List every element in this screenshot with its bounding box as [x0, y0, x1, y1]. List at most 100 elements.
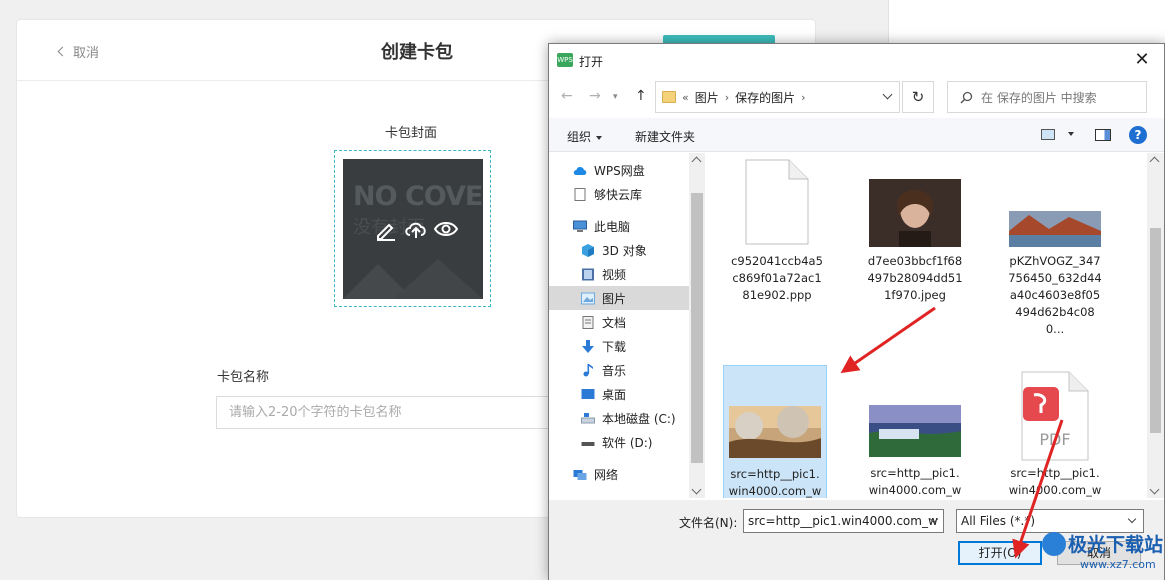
- watermark-url: www.xz7.com: [1080, 558, 1156, 571]
- close-button[interactable]: ✕: [1120, 44, 1164, 76]
- nav-item-downloads[interactable]: 下载: [549, 334, 689, 358]
- nav-label: 视频: [602, 267, 627, 282]
- nav-item-wps-cloud[interactable]: WPS网盘: [549, 158, 689, 182]
- nav-label: 此电脑: [594, 219, 631, 234]
- nav-item-drive-d[interactable]: 软件 (D:): [549, 430, 689, 454]
- cube-icon: [582, 243, 594, 257]
- portrait-thumbnail: [869, 179, 961, 247]
- nav-item-this-pc[interactable]: 此电脑: [549, 214, 689, 238]
- open-button[interactable]: 打开(O): [958, 541, 1042, 565]
- chevron-down-icon[interactable]: [882, 89, 893, 100]
- organize-menu[interactable]: 组织: [567, 128, 603, 145]
- nav-item-music[interactable]: 音乐: [549, 358, 689, 382]
- view-options-dropdown[interactable]: [1063, 126, 1074, 140]
- breadcrumb-pictures[interactable]: 图片: [695, 89, 719, 106]
- eye-preview-icon[interactable]: [433, 217, 459, 241]
- breadcrumb-separator[interactable]: ›: [725, 91, 729, 104]
- refresh-button[interactable]: ↻: [902, 81, 934, 113]
- search-input[interactable]: 在 保存的图片 中搜索: [947, 81, 1147, 113]
- documents-icon: [582, 315, 594, 329]
- nav-label: 下载: [602, 339, 627, 354]
- file-name: src=http__pic1.win4000.com_wallpaper_d_5…: [868, 466, 962, 497]
- pdf-file-icon: PDF: [1021, 371, 1089, 461]
- nav-label: 3D 对象: [602, 243, 647, 258]
- cancel-link-label: 取消: [73, 46, 100, 61]
- chevron-down-icon[interactable]: [1127, 514, 1137, 524]
- scrollbar-thumb[interactable]: [691, 193, 703, 463]
- help-icon[interactable]: ?: [1129, 126, 1147, 144]
- file-view-scrollbar[interactable]: [1147, 153, 1164, 498]
- nav-pane-scrollbar[interactable]: [689, 153, 705, 498]
- filename-label: 文件名(N):: [679, 516, 738, 530]
- search-placeholder: 在 保存的图片 中搜索: [981, 90, 1097, 105]
- forward-arrow-icon[interactable]: →: [589, 88, 601, 104]
- cloud-icon: [573, 166, 587, 175]
- file-item[interactable]: c952041ccb4a5c869f01a72ac181e902.ppp: [725, 153, 829, 321]
- dialog-toolbar: 组织 新建文件夹 ?: [549, 118, 1164, 152]
- page-title: 创建卡包: [381, 42, 453, 63]
- scroll-up-arrow-icon[interactable]: [691, 156, 702, 167]
- back-cancel-link[interactable]: 取消: [57, 42, 100, 61]
- nav-label: 音乐: [602, 363, 627, 378]
- nav-item-desktop[interactable]: 桌面: [549, 382, 689, 406]
- document-icon: [574, 187, 586, 201]
- file-item[interactable]: src=http__pic1.win4000.com_wallpaper_d_5…: [863, 365, 967, 498]
- scroll-up-arrow-icon[interactable]: [1149, 156, 1160, 167]
- up-arrow-icon[interactable]: ↑: [635, 88, 647, 104]
- breadcrumb-saved-pictures[interactable]: 保存的图片: [735, 89, 795, 106]
- new-folder-button[interactable]: 新建文件夹: [635, 128, 695, 145]
- nav-label: 够快云库: [594, 187, 643, 202]
- filename-input[interactable]: src=http__pic1.win4000.com_w: [743, 509, 944, 533]
- file-item[interactable]: PDF src=http__pic1.win4000.com_wallpaper…: [1003, 365, 1107, 498]
- nav-item-documents[interactable]: 文档: [549, 310, 689, 334]
- nav-item-3d-objects[interactable]: 3D 对象: [549, 238, 689, 262]
- winter-river-thumbnail: [729, 406, 821, 458]
- no-cover-text: NO COVER: [353, 181, 483, 212]
- scroll-down-arrow-icon[interactable]: [1149, 484, 1160, 495]
- upload-cloud-icon[interactable]: [403, 217, 429, 241]
- breadcrumb-overflow[interactable]: «: [682, 91, 689, 104]
- card-name-input[interactable]: 请输入2-20个字符的卡包名称: [216, 396, 556, 429]
- file-list-view: c952041ccb4a5c869f01a72ac181e902.ppp d7e…: [709, 153, 1147, 498]
- file-name: d7ee03bbcf1f68497b28094dd511f970.jpeg: [867, 254, 963, 302]
- scrollbar-thumb[interactable]: [1150, 228, 1161, 433]
- view-mode-icon[interactable]: [1041, 129, 1055, 140]
- nav-item-videos[interactable]: 视频: [549, 262, 689, 286]
- nav-label: 软件 (D:): [602, 435, 653, 450]
- file-item-selected[interactable]: src=http__pic1.win4000.com_wallpaper_4_5…: [723, 365, 827, 498]
- address-bar[interactable]: « 图片 › 保存的图片 ›: [655, 81, 900, 113]
- navigation-pane: WPS网盘 够快云库 此电脑 3D 对象 视频 图片 文档 下载 音乐 桌面 本…: [549, 153, 705, 498]
- file-name: src=http__pic1.win4000.com_wallpaper_d_5…: [1008, 466, 1102, 497]
- nav-item-network[interactable]: 网络: [549, 462, 689, 486]
- breadcrumb-separator[interactable]: ›: [801, 91, 805, 104]
- nav-label: 文档: [602, 315, 627, 330]
- drive-c-icon: [581, 412, 595, 423]
- watermark-text: 极光下载站: [1068, 534, 1164, 556]
- download-icon: [582, 339, 594, 353]
- drive-d-icon: [581, 441, 595, 446]
- nav-label: 桌面: [602, 387, 627, 402]
- pdf-badge-text: PDF: [1039, 430, 1070, 449]
- back-arrow-icon[interactable]: ←: [561, 88, 573, 104]
- autumn-lake-thumbnail: [1009, 211, 1101, 247]
- watermark-icon: [1042, 532, 1066, 556]
- mountain-decoration: [343, 259, 483, 299]
- file-item[interactable]: pKZhVOGZ_347756450_632d44a40c4603e8f0549…: [1003, 153, 1107, 336]
- file-item[interactable]: d7ee03bbcf1f68497b28094dd511f970.jpeg: [863, 153, 967, 321]
- recent-dropdown-icon[interactable]: ▾: [613, 92, 618, 102]
- edit-icon[interactable]: [373, 217, 399, 241]
- nav-item-pictures[interactable]: 图片: [549, 286, 689, 310]
- scroll-down-arrow-icon[interactable]: [691, 484, 702, 495]
- nav-label: 本地磁盘 (C:): [602, 411, 676, 426]
- dialog-title: 打开: [579, 55, 604, 69]
- preview-pane-icon[interactable]: [1095, 129, 1111, 141]
- navigation-row: ← → ▾ ↑ « 图片 › 保存的图片 › ↻ 在 保存的图片 中搜索: [549, 80, 1164, 114]
- video-icon: [582, 268, 594, 280]
- cover-upload-area[interactable]: NO COVER 没有封面: [334, 150, 491, 307]
- nav-item-drive-c[interactable]: 本地磁盘 (C:): [549, 406, 689, 430]
- nav-item-gokuai[interactable]: 够快云库: [549, 182, 689, 206]
- refresh-icon: ↻: [911, 88, 925, 106]
- file-name: c952041ccb4a5c869f01a72ac181e902.ppp: [731, 254, 823, 302]
- nav-label: 图片: [602, 291, 627, 306]
- wps-app-icon: WPS: [557, 53, 573, 67]
